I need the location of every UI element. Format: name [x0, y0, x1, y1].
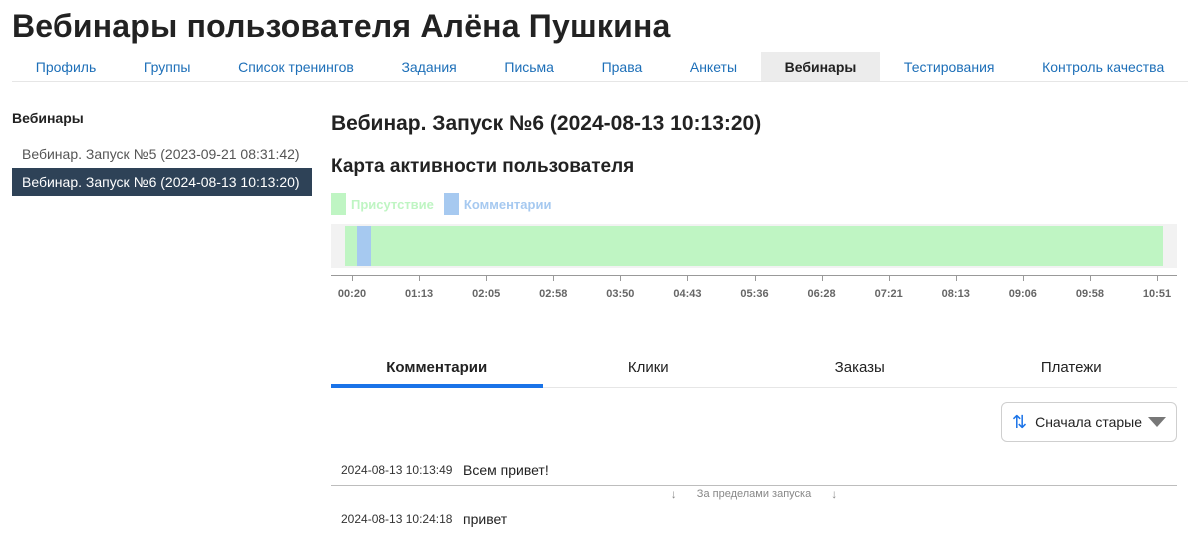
timeline-tick	[888, 275, 890, 281]
legend-comments-label: Комментарии	[463, 196, 552, 212]
timeline-tick-label: 02:58	[539, 288, 568, 300]
caret-down-icon	[1148, 417, 1166, 427]
timeline-tick	[687, 275, 689, 281]
comment-text: Всем привет!	[463, 462, 549, 478]
timeline-tick-label: 02:05	[472, 288, 501, 300]
comment-text: привет	[463, 511, 508, 527]
timeline-tick-label: 09:58	[1075, 288, 1104, 300]
activity-legend: Присутствие Комментарии	[331, 193, 561, 215]
timeline-tick	[1089, 275, 1091, 281]
nav-forms[interactable]: Анкеты	[666, 52, 761, 81]
timeline-tick	[955, 275, 957, 281]
top-nav: Профиль Группы Список тренингов Задания …	[12, 52, 1188, 82]
timeline-tick-label: 04:43	[673, 288, 702, 300]
timeline-tick	[821, 275, 823, 281]
timeline-tick-label: 06:28	[807, 288, 836, 300]
tab-comments[interactable]: Комментарии	[331, 348, 543, 388]
legend-presence: Присутствие	[331, 193, 434, 215]
comment-marker	[357, 226, 371, 266]
nav-testing[interactable]: Тестирования	[880, 52, 1018, 81]
nav-trainings[interactable]: Список тренингов	[214, 52, 377, 81]
sidebar-item-webinar-5[interactable]: Вебинар. Запуск №5 (2023-09-21 08:31:42)	[12, 140, 312, 168]
timeline-tick-label: 03:50	[606, 288, 635, 300]
timeline-tick	[486, 275, 488, 281]
legend-comments: Комментарии	[443, 193, 552, 215]
timeline-tick-label: 05:36	[740, 288, 769, 300]
sidebar-item-webinar-6[interactable]: Вебинар. Запуск №6 (2024-08-13 10:13:20)	[12, 168, 312, 196]
out-of-launch-separator: ↓ За пределами запуска ↓	[331, 485, 1177, 505]
timeline-tick	[419, 275, 421, 281]
timeline-tick-label: 00:20	[337, 288, 367, 300]
nav-tasks[interactable]: Задания	[378, 52, 481, 81]
nav-profile[interactable]: Профиль	[12, 52, 120, 81]
nav-rights[interactable]: Права	[578, 52, 666, 81]
nav-quality-control[interactable]: Контроль качества	[1018, 52, 1188, 81]
activity-map-title: Карта активности пользователя	[331, 156, 635, 177]
tab-clicks[interactable]: Клики	[543, 348, 755, 387]
activity-tabs: Комментарии Клики Заказы Платежи	[331, 348, 1177, 388]
timeline-tick	[553, 275, 555, 281]
nav-webinars[interactable]: Вебинары	[760, 52, 881, 81]
timeline-tick-label: 09:06	[1008, 288, 1037, 300]
sidebar-title: Вебинары	[12, 110, 84, 126]
tab-orders[interactable]: Заказы	[754, 348, 966, 387]
timeline-tick-label: 10:51	[1142, 288, 1172, 300]
activity-timeline: 00:20 01:13 02:05 02:58 03:50 04:43 05:36 06:28…	[331, 224, 1177, 302]
timeline-tick	[352, 275, 353, 281]
comment-time: 2024-08-13 10:13:49	[341, 463, 453, 477]
arrow-down-icon: ↓	[670, 487, 677, 501]
tab-payments[interactable]: Платежи	[966, 348, 1178, 387]
sidebar: Вебинары Вебинар. Запуск №5 (2023-09-21 …	[12, 110, 312, 196]
presence-bar	[345, 226, 1164, 266]
webinar-title: Вебинар. Запуск №6 (2024-08-13 10:13:20)	[331, 112, 762, 135]
legend-comments-swatch	[443, 193, 459, 215]
arrow-down-icon: ↓	[831, 487, 838, 501]
nav-letters[interactable]: Письма	[481, 52, 578, 81]
timeline-tick-label: 08:13	[941, 288, 970, 300]
timeline-tick-label: 01:13	[405, 288, 434, 300]
timeline-tick	[1157, 275, 1158, 281]
comment-row: 2024-08-13 10:13:49 Всем привет!	[331, 456, 1177, 484]
legend-presence-swatch	[331, 193, 346, 215]
timeline-tick	[1022, 275, 1024, 281]
page-title: Вебинары пользователя Алёна Пушкина	[12, 8, 671, 44]
timeline-tick	[754, 275, 756, 281]
comments-list: 2024-08-13 10:13:49 Всем привет! ↓ За пр…	[331, 456, 1177, 533]
timeline-tick	[620, 275, 622, 281]
comment-time: 2024-08-13 10:24:18	[341, 512, 453, 526]
comment-row: 2024-08-13 10:24:18 привет	[331, 505, 1177, 533]
sort-label: Сначала старые	[1035, 414, 1143, 430]
main-content: Вебинар. Запуск №6 (2024-08-13 10:13:20)…	[331, 112, 1177, 527]
sort-dropdown[interactable]: ⇅ Сначала старые	[1001, 402, 1177, 442]
timeline-tick-label: 07:21	[874, 288, 903, 300]
legend-presence-label: Присутствие	[351, 196, 434, 212]
sort-arrows-icon: ⇅	[1012, 412, 1028, 432]
nav-groups[interactable]: Группы	[120, 52, 214, 81]
separator-label: За пределами запуска	[696, 488, 812, 500]
